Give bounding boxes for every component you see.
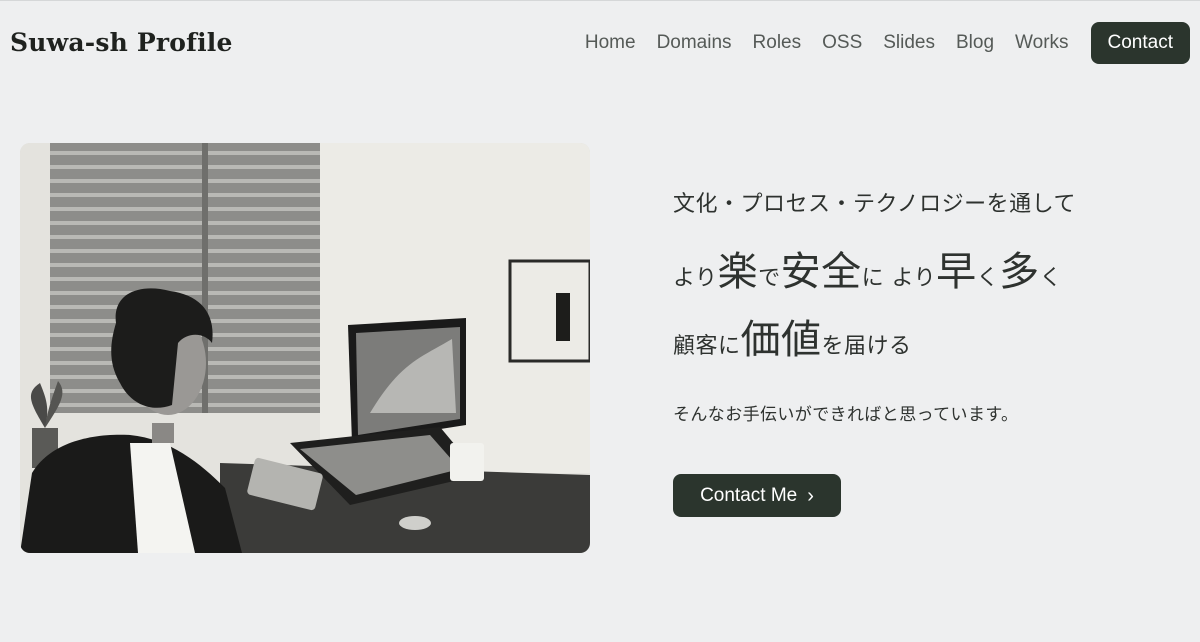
- profile-photo: [20, 143, 590, 553]
- hero-heading-line2: より楽で安全に より早く多く: [673, 240, 1173, 304]
- nav-home[interactable]: Home: [585, 32, 636, 54]
- hero-heading-line1: 文化・プロセス・テクノロジーを通して: [673, 192, 1077, 217]
- line2-part2: で: [758, 266, 781, 291]
- line3-part1: 顧客に: [673, 334, 741, 359]
- line2-part1: より: [673, 266, 718, 291]
- nav-slides[interactable]: Slides: [883, 32, 935, 54]
- line2-part4: く: [976, 266, 1000, 291]
- line2-word-haya: 早: [936, 249, 977, 295]
- site-title[interactable]: Suwa-sh Profile: [10, 28, 233, 57]
- line3-word-kachi: 価値: [740, 317, 822, 363]
- line2-word-raku: 楽: [717, 249, 759, 295]
- nav-blog[interactable]: Blog: [956, 32, 994, 54]
- contact-me-button[interactable]: Contact Me ›: [673, 474, 841, 517]
- line2-part5: く: [1039, 266, 1063, 291]
- main-nav: Home Domains Roles OSS Slides Blog Works…: [564, 21, 1190, 64]
- site-header: Suwa-sh Profile Home Domains Roles OSS S…: [0, 0, 1200, 84]
- line2-part3: に より: [861, 266, 937, 291]
- contact-me-label: Contact Me: [700, 484, 798, 506]
- hero-text: 文化・プロセス・テクノロジーを通して より楽で安全に より早く多く 顧客に価値を…: [673, 180, 1173, 425]
- nav-roles[interactable]: Roles: [753, 32, 802, 54]
- hero-heading-line3: 顧客に価値を届ける: [673, 308, 1173, 372]
- hero-subtext: そんなお手伝いができればと思っています。: [673, 405, 1019, 425]
- nav-works[interactable]: Works: [1015, 32, 1068, 54]
- line3-part2: を届ける: [821, 334, 912, 359]
- line2-word-oo: 多: [999, 249, 1040, 295]
- nav-oss[interactable]: OSS: [822, 32, 862, 54]
- line2-word-anzen: 安全: [780, 249, 862, 295]
- chevron-right-icon: ›: [807, 484, 814, 507]
- nav-contact-button[interactable]: Contact: [1090, 21, 1190, 64]
- nav-domains[interactable]: Domains: [657, 32, 732, 54]
